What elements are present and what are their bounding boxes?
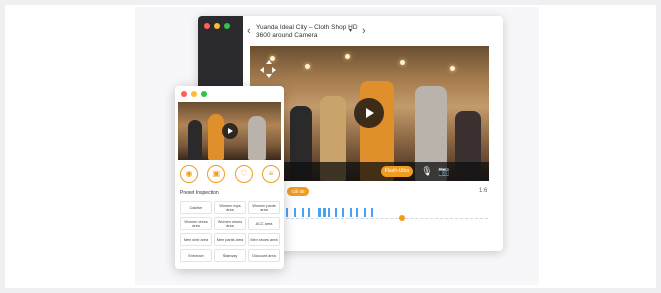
ptz-direction-control[interactable] xyxy=(260,60,276,78)
preset-grid: Cashier Women tops area Women pants area… xyxy=(180,201,280,262)
lamp xyxy=(400,60,405,65)
timeline-playhead[interactable] xyxy=(399,215,405,221)
preset-button[interactable]: ACC area xyxy=(248,217,280,230)
preset-button[interactable]: Women pants area xyxy=(248,201,280,214)
microphone-icon[interactable]: 🎙 xyxy=(421,165,433,178)
timeline-event[interactable] xyxy=(308,208,310,217)
mannequin xyxy=(188,120,202,160)
close-dot[interactable] xyxy=(181,91,187,97)
timeline-event[interactable] xyxy=(342,208,344,217)
timeline-event[interactable] xyxy=(302,208,304,217)
panel-window-controls xyxy=(181,91,207,97)
video-control-bar: 10 Flash-Ultra 🎙 📷 xyxy=(250,162,489,181)
live-video-feed[interactable] xyxy=(250,46,489,181)
camera-icon[interactable]: ◉ xyxy=(180,165,198,183)
timeline-event[interactable] xyxy=(294,208,296,217)
close-dot[interactable] xyxy=(204,23,210,29)
preset-button[interactable]: Stairway xyxy=(214,249,246,262)
lamp xyxy=(305,64,310,69)
timeline-event[interactable] xyxy=(318,208,321,217)
arrow-down-icon[interactable] xyxy=(266,74,272,78)
timeline-event[interactable] xyxy=(364,208,366,217)
preset-button[interactable]: Discount area xyxy=(248,249,280,262)
video-icon[interactable]: ▣ xyxy=(207,165,226,183)
preset-button[interactable]: Women tops area xyxy=(214,201,246,214)
window-controls xyxy=(204,23,230,29)
menu-icon[interactable]: ≡ xyxy=(261,165,280,183)
zoom-level[interactable]: 1:6 xyxy=(479,188,487,194)
timeline-event[interactable] xyxy=(356,208,358,217)
play-icon xyxy=(228,128,233,134)
chevron-left-icon[interactable]: ‹ xyxy=(247,25,251,37)
preset-button[interactable]: Women shoes area xyxy=(214,217,246,230)
timeline-event[interactable] xyxy=(350,208,352,217)
mannequin xyxy=(248,116,266,160)
preset-section-title: Preset Inspection xyxy=(180,190,219,196)
preset-button[interactable]: Men shirt area xyxy=(180,233,212,246)
play-button[interactable] xyxy=(354,98,384,128)
preset-button[interactable]: Women dress area xyxy=(180,217,212,230)
timeline-event[interactable] xyxy=(286,208,288,217)
mannequin xyxy=(208,114,224,160)
quick-action-icons: ◉ ▣ ♡ ≡ xyxy=(180,165,280,183)
timeline-event[interactable] xyxy=(328,208,330,217)
preset-button[interactable]: Men pants area xyxy=(214,233,246,246)
preview-play-button[interactable] xyxy=(222,123,238,139)
play-icon xyxy=(366,108,374,118)
preview-video-feed[interactable] xyxy=(178,102,281,160)
date-badge[interactable]: Gili-35 xyxy=(287,187,309,196)
lamp xyxy=(345,54,350,59)
minimize-dot[interactable] xyxy=(191,91,197,97)
arrow-up-icon[interactable] xyxy=(266,60,272,64)
timeline-event[interactable] xyxy=(335,208,337,217)
preset-button[interactable]: Cashier xyxy=(180,201,212,214)
title-dropdown-caret[interactable]: ▾ xyxy=(349,27,352,34)
minimize-dot[interactable] xyxy=(214,23,220,29)
timeline-event[interactable] xyxy=(371,208,373,217)
preset-button[interactable]: Men shoes area xyxy=(248,233,280,246)
timeline-event[interactable] xyxy=(323,208,326,217)
arrow-left-icon[interactable] xyxy=(260,67,264,73)
heart-icon[interactable]: ♡ xyxy=(234,165,253,183)
timeline-track xyxy=(286,218,488,219)
preset-button[interactable]: Entrance xyxy=(180,249,212,262)
arrow-right-icon[interactable] xyxy=(272,67,276,73)
chevron-right-icon[interactable]: › xyxy=(362,25,366,37)
snapshot-camera-icon[interactable]: 📷 xyxy=(438,165,450,178)
maximize-dot[interactable] xyxy=(201,91,207,97)
quality-button[interactable]: Flash-Ultra xyxy=(381,166,413,177)
playback-timeline[interactable] xyxy=(286,206,488,221)
maximize-dot[interactable] xyxy=(224,23,230,29)
lamp xyxy=(450,66,455,71)
preset-panel: ◉ ▣ ♡ ≡ Preset Inspection Cashier Women … xyxy=(175,86,284,269)
